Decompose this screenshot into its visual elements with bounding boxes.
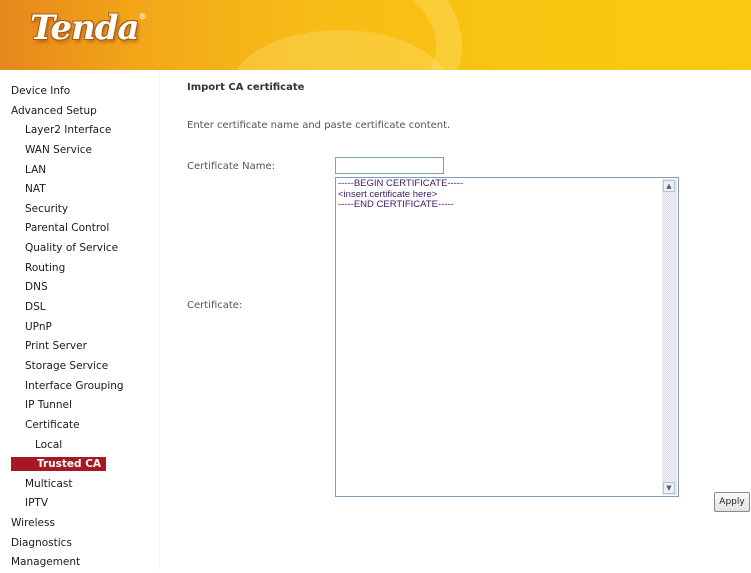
certificate-label: Certificate:	[187, 300, 243, 311]
sidebar-item-ip-tunnel[interactable]: IP Tunnel	[0, 396, 159, 416]
sidebar-menu-list: Device Info Advanced Setup Layer2 Interfac…	[0, 70, 159, 573]
sidebar-item-label: Interface Grouping	[25, 379, 124, 392]
apply-button[interactable]: Apply	[714, 492, 750, 512]
sidebar-item-label: Certificate	[25, 418, 80, 431]
main-content: Import CA certificate Enter certificate …	[159, 70, 751, 569]
sidebar-item-wan-service[interactable]: WAN Service	[0, 141, 159, 161]
sidebar-item-label: Storage Service	[25, 359, 109, 372]
sidebar-item-label: Advanced Setup	[11, 104, 97, 117]
sidebar-item-label: DNS	[25, 281, 48, 294]
sidebar-item-dsl[interactable]: DSL	[0, 298, 159, 318]
sidebar-item-label: Parental Control	[25, 222, 110, 235]
sidebar-item-label: WAN Service	[25, 143, 92, 156]
sidebar-item-label: Local	[35, 438, 63, 451]
sidebar-item-label: Device Info	[11, 85, 71, 97]
tenda-logo: Tenda®	[30, 8, 147, 48]
certificate-name-label: Certificate Name:	[187, 161, 275, 172]
sidebar-item-label: UPnP	[25, 320, 52, 333]
registered-mark: ®	[138, 11, 147, 21]
scroll-up-arrow-icon[interactable]: ▲	[663, 180, 675, 192]
textarea-scrollbar[interactable]: ▲ ▼	[662, 179, 677, 495]
sidebar-item-label: Multicast	[25, 477, 73, 490]
sidebar-item-upnp[interactable]: UPnP	[0, 318, 159, 338]
sidebar-item-label: Diagnostics	[11, 536, 72, 549]
sidebar-item-label: Print Server	[25, 340, 87, 353]
sidebar-item-diagnostics[interactable]: Diagnostics	[0, 534, 159, 554]
sidebar-item-interface-grouping[interactable]: Interface Grouping	[0, 377, 159, 397]
sidebar-item-print-server[interactable]: Print Server	[0, 337, 159, 357]
sidebar-item-wireless[interactable]: Wireless	[0, 514, 159, 534]
sidebar-item-nat[interactable]: NAT	[0, 180, 159, 200]
sidebar-item-advanced-setup[interactable]: Advanced Setup	[0, 102, 159, 122]
certificate-textarea[interactable]: -----BEGIN CERTIFICATE----- <insert cert…	[335, 177, 679, 497]
sidebar-item-label: Security	[25, 202, 69, 215]
sidebar-item-label: Wireless	[11, 517, 55, 530]
scroll-down-arrow-icon[interactable]: ▼	[663, 482, 675, 494]
sidebar-item-layer2-interface[interactable]: Layer2 Interface	[0, 121, 159, 141]
certificate-name-input[interactable]	[335, 157, 444, 174]
sidebar-item-iptv[interactable]: IPTV	[0, 494, 159, 514]
sidebar-item-label: Routing	[25, 261, 66, 274]
sidebar-item-label: LAN	[25, 163, 47, 176]
sidebar-item-label: IPTV	[25, 497, 49, 510]
page-title: Import CA certificate	[187, 82, 305, 93]
sidebar-item-label: Layer2 Interface	[25, 124, 112, 137]
sidebar-item-label: Quality of Service	[25, 242, 119, 255]
logo-text: Tenda	[30, 8, 140, 48]
sidebar-item-label: NAT	[25, 183, 46, 196]
sidebar-item-parental-control[interactable]: Parental Control	[0, 219, 159, 239]
sidebar-nav: Device Info Advanced Setup Layer2 Interfac…	[0, 70, 160, 569]
certificate-content[interactable]: -----BEGIN CERTIFICATE----- <insert cert…	[338, 179, 660, 495]
sidebar-item-dns[interactable]: DNS	[0, 278, 159, 298]
sidebar-item-management[interactable]: Management	[0, 553, 159, 573]
sidebar-item-routing[interactable]: Routing	[0, 259, 159, 279]
sidebar-item-device-info[interactable]: Device Info	[0, 82, 159, 102]
page-description: Enter certificate name and paste certifi…	[187, 120, 451, 131]
sidebar-item-trusted-ca[interactable]: Trusted CA	[0, 455, 159, 475]
sidebar-item-certificate[interactable]: Certificate	[0, 416, 159, 436]
sidebar-item-storage-service[interactable]: Storage Service	[0, 357, 159, 377]
sidebar-item-label: Management	[11, 556, 81, 569]
sidebar-item-label: DSL	[25, 301, 46, 314]
sidebar-item-lan[interactable]: LAN	[0, 161, 159, 181]
sidebar-item-security[interactable]: Security	[0, 200, 159, 220]
sidebar-item-label: Trusted CA	[11, 457, 107, 472]
header-banner: Tenda®	[0, 0, 751, 70]
sidebar-item-quality-of-service[interactable]: Quality of Service	[0, 239, 159, 259]
sidebar-item-multicast[interactable]: Multicast	[0, 475, 159, 495]
sidebar-item-local[interactable]: Local	[0, 436, 159, 456]
sidebar-item-label: IP Tunnel	[25, 399, 72, 412]
